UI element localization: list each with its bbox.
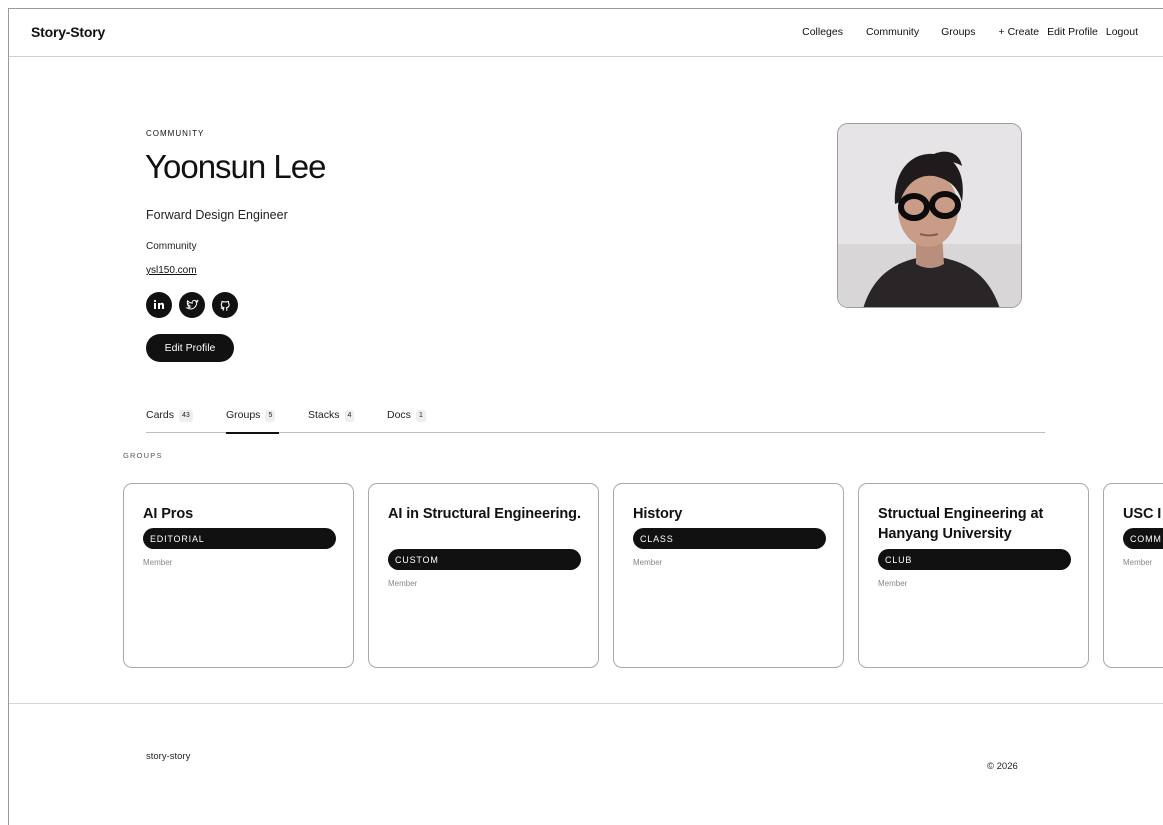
- linkedin-icon[interactable]: [146, 292, 172, 318]
- group-title: History: [633, 506, 683, 522]
- footer-brand[interactable]: story-story: [146, 751, 190, 762]
- app-window: Story-Story Colleges Community Groups + …: [8, 8, 1163, 825]
- footer-copyright: © 2026: [987, 761, 1018, 772]
- tab-cards[interactable]: Cards 43: [146, 407, 226, 433]
- group-role: Member: [878, 579, 908, 588]
- tab-label: Docs: [387, 409, 411, 421]
- group-title: USC I: [1123, 506, 1162, 522]
- group-title: AI in Structural Engineering.: [388, 506, 581, 522]
- profile-role: Forward Design Engineer: [146, 208, 288, 222]
- group-title: Structual Engineering at Hanyang Univers…: [878, 506, 1044, 542]
- group-role: Member: [633, 558, 663, 567]
- tab-count-badge: 5: [265, 410, 276, 422]
- tab-label: Stacks: [308, 409, 340, 421]
- social-links: [146, 292, 238, 318]
- group-type-badge: CUSTOM: [388, 549, 581, 570]
- main-nav: Colleges Community Groups + Create Edit …: [802, 26, 1138, 38]
- top-navbar: Story-Story Colleges Community Groups + …: [9, 9, 1163, 57]
- group-type-badge: CLUB: [878, 549, 1071, 570]
- tab-count-badge: 4: [344, 410, 355, 422]
- tab-stacks[interactable]: Stacks 4: [308, 407, 387, 433]
- profile-name: Yoonsun Lee: [145, 148, 326, 185]
- group-type-badge: CLASS: [633, 528, 826, 549]
- tab-label: Cards: [146, 409, 175, 421]
- profile-type: Community: [146, 241, 197, 252]
- nav-edit-profile[interactable]: Edit Profile: [1047, 26, 1098, 38]
- nav-community[interactable]: Community: [866, 26, 919, 38]
- group-role: Member: [1123, 558, 1153, 567]
- group-role: Member: [388, 579, 418, 588]
- group-card[interactable]: Structual Engineering at Hanyang Univers…: [858, 483, 1089, 668]
- tab-groups[interactable]: Groups 5: [226, 407, 308, 434]
- nav-groups[interactable]: Groups: [941, 26, 975, 38]
- github-icon[interactable]: [212, 292, 238, 318]
- group-type-badge: COMM: [1123, 528, 1163, 549]
- nav-logout[interactable]: Logout: [1106, 26, 1138, 38]
- profile-photo: [837, 123, 1022, 308]
- nav-create[interactable]: + Create: [999, 26, 1040, 38]
- twitter-icon[interactable]: [179, 292, 205, 318]
- brand-logo[interactable]: Story-Story: [31, 24, 105, 40]
- groups-section-label: GROUPS: [123, 451, 163, 460]
- group-type-badge: EDITORIAL: [143, 528, 336, 549]
- group-title: AI Pros: [143, 506, 194, 522]
- edit-profile-button[interactable]: Edit Profile: [146, 334, 234, 362]
- tab-label: Groups: [226, 409, 261, 421]
- group-role: Member: [143, 558, 173, 567]
- group-card[interactable]: AI in Structural Engineering. CUSTOM Mem…: [368, 483, 599, 668]
- profile-tabs: Cards 43 Groups 5 Stacks 4 Docs 1: [146, 407, 1045, 434]
- profile-eyebrow: COMMUNITY: [146, 129, 205, 138]
- footer-divider: [9, 703, 1163, 704]
- tab-count-badge: 43: [179, 410, 193, 422]
- tab-count-badge: 1: [415, 410, 426, 422]
- group-card[interactable]: AI Pros EDITORIAL Member: [123, 483, 354, 668]
- group-card[interactable]: USC I COMM Member: [1103, 483, 1163, 668]
- tab-docs[interactable]: Docs 1: [387, 407, 447, 433]
- profile-website-link[interactable]: ysl150.com: [146, 265, 197, 276]
- nav-colleges[interactable]: Colleges: [802, 26, 843, 38]
- group-card[interactable]: History CLASS Member: [613, 483, 844, 668]
